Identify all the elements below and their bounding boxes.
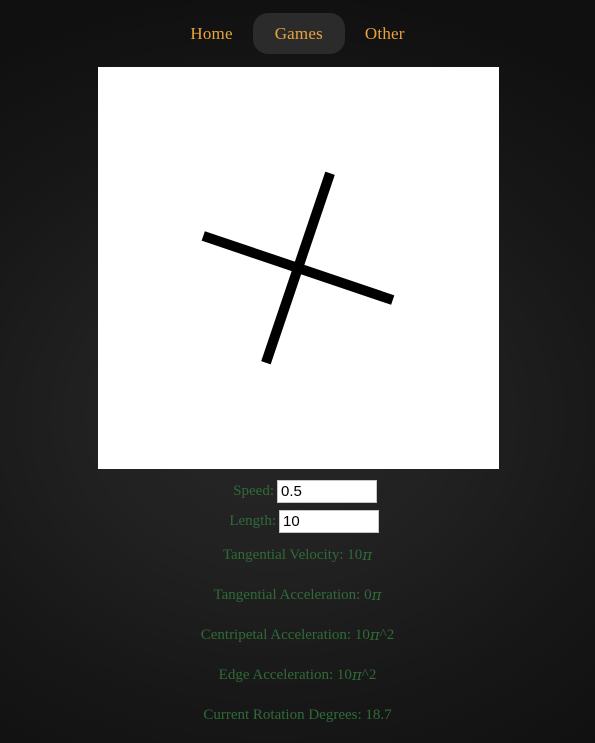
pi-symbol: π [369, 625, 380, 644]
pi-symbol: π [351, 665, 362, 684]
readout-current-rotation-degrees: Current Rotation Degrees: 18.7 [203, 706, 392, 723]
pi-symbol: π [371, 585, 382, 604]
main-navbar: Home Games Other [0, 0, 595, 64]
cross-group [201, 171, 395, 365]
rotating-cross-graphic [201, 171, 395, 365]
controls-panel: Speed: Length: [0, 476, 595, 536]
cross-bar-vertical [261, 171, 335, 365]
readout-tangential-acceleration: Tangential Acceleration: 0π [213, 585, 382, 604]
speed-field-row: Speed: [0, 476, 595, 506]
speed-input[interactable] [277, 479, 377, 503]
nav-item-games[interactable]: Games [252, 12, 345, 54]
pi-symbol: π [362, 545, 373, 564]
nav-item-other[interactable]: Other [349, 15, 421, 52]
nav-item-home[interactable]: Home [174, 15, 248, 52]
length-label: Length: [229, 512, 276, 529]
length-input[interactable] [279, 509, 379, 533]
readout-tangential-velocity: Tangential Velocity: 10 π [222, 545, 373, 564]
speed-label: Speed: [233, 482, 274, 499]
length-field-row: Length: [0, 506, 595, 536]
readout-centripetal-acceleration: Centripetal Acceleration: 10 π ^2 [200, 625, 395, 644]
rotation-canvas[interactable] [98, 67, 499, 469]
readouts-panel: Tangential Velocity: 10 π Tangential Acce… [0, 535, 595, 735]
readout-edge-acceleration: Edge Acceleration: 10 π ^2 [218, 665, 377, 684]
